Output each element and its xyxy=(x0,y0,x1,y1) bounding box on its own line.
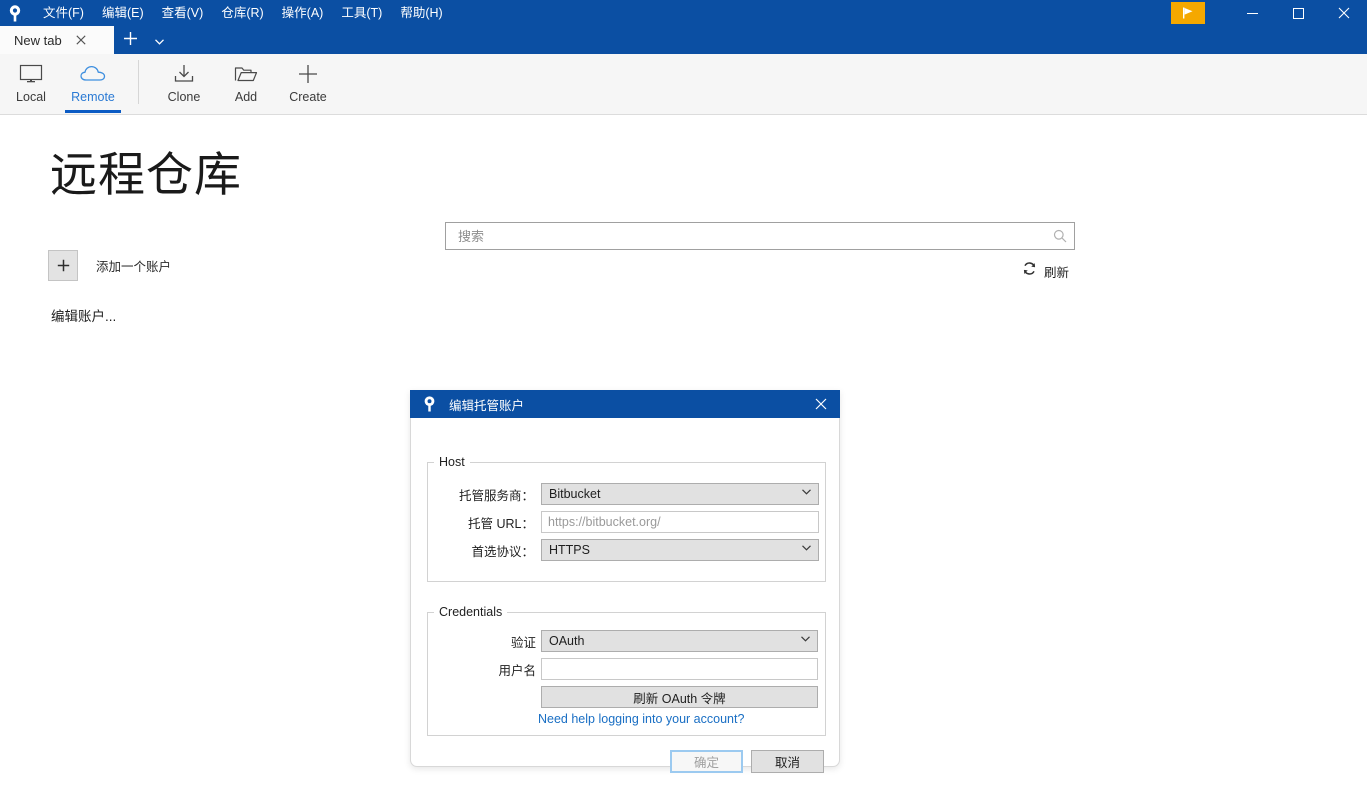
tab-bar: New tab xyxy=(0,26,1367,54)
main-toolbar: Local Remote Clone Add Create xyxy=(0,54,1367,115)
protocol-field-row: 首选协议： HTTPS xyxy=(444,539,826,561)
tab-label: New tab xyxy=(14,32,62,48)
menu-item-tools[interactable]: 工具(T) xyxy=(332,0,391,26)
protocol-value: HTTPS xyxy=(549,543,590,557)
account-help-link[interactable]: Need help logging into your account? xyxy=(538,712,744,726)
menu-item-help[interactable]: 帮助(H) xyxy=(391,0,451,26)
auth-select[interactable]: OAuth xyxy=(541,630,818,652)
host-url-input[interactable] xyxy=(541,511,819,533)
edit-accounts-link[interactable]: 编辑账户... xyxy=(51,305,116,325)
chevron-down-icon xyxy=(802,543,811,554)
chevron-down-icon[interactable] xyxy=(147,37,172,47)
refresh-label: 刷新 xyxy=(1044,265,1070,280)
toolbar-label-remote: Remote xyxy=(71,90,115,104)
monitor-icon xyxy=(19,61,43,87)
menu-item-actions[interactable]: 操作(A) xyxy=(273,0,333,26)
credentials-group-legend: Credentials xyxy=(439,605,503,619)
folder-icon xyxy=(234,61,258,87)
tab-close-icon[interactable] xyxy=(74,33,88,47)
host-group-legend: Host xyxy=(439,455,465,469)
toolbar-button-add[interactable]: Add xyxy=(215,54,277,113)
protocol-label: 首选协议： xyxy=(471,544,534,559)
close-icon[interactable] xyxy=(802,390,840,418)
search-icon[interactable] xyxy=(1046,223,1074,249)
plus-icon[interactable] xyxy=(114,31,147,50)
menu-item-view[interactable]: 查看(V) xyxy=(153,0,213,26)
tab-new-tab[interactable]: New tab xyxy=(0,26,114,54)
dialog-title: 编辑托管账户 xyxy=(449,398,525,413)
plus-icon xyxy=(297,61,319,87)
toolbar-button-remote[interactable]: Remote xyxy=(62,54,124,113)
menu-item-file[interactable]: 文件(F) xyxy=(34,0,93,26)
toolbar-button-clone[interactable]: Clone xyxy=(153,54,215,113)
search-box[interactable] xyxy=(445,222,1075,250)
download-icon xyxy=(173,61,195,87)
auth-value: OAuth xyxy=(549,634,585,648)
minimize-icon[interactable] xyxy=(1229,0,1275,26)
username-label: 用户名 xyxy=(498,663,536,678)
ok-button[interactable]: 确定 xyxy=(670,750,743,773)
sourcetree-logo-icon xyxy=(0,0,30,26)
edit-hosting-account-dialog: 编辑托管账户 Host 托管服务商： Bitbucket 托管 URL： htt… xyxy=(410,390,840,773)
cancel-button[interactable]: 取消 xyxy=(751,750,824,773)
chevron-down-icon xyxy=(801,634,810,645)
cloud-icon xyxy=(80,61,106,87)
provider-select[interactable]: Bitbucket xyxy=(541,483,819,505)
auth-field-row: 验证 OAuth xyxy=(444,630,826,652)
provider-label: 托管服务商： xyxy=(458,488,534,503)
add-account-row[interactable]: 添加一个账户 xyxy=(48,250,171,281)
plus-icon[interactable] xyxy=(48,250,78,281)
menu-bar: 文件(F) 编辑(E) 查看(V) 仓库(R) 操作(A) 工具(T) 帮助(H… xyxy=(34,0,452,26)
dialog-titlebar: 编辑托管账户 xyxy=(410,390,840,418)
protocol-select[interactable]: HTTPS xyxy=(541,539,819,561)
auth-label: 验证 xyxy=(510,635,536,650)
toolbar-button-create[interactable]: Create xyxy=(277,54,339,113)
toolbar-label-clone: Clone xyxy=(167,90,201,104)
toolbar-label-local: Local xyxy=(16,90,46,104)
refresh-oauth-token-button[interactable]: 刷新 OAuth 令牌 xyxy=(541,686,818,708)
dialog-buttons: 确定 取消 xyxy=(670,750,824,773)
flag-icon[interactable] xyxy=(1171,2,1205,24)
host-url-label: 托管 URL： xyxy=(468,516,534,531)
sourcetree-logo-icon xyxy=(414,390,444,418)
host-url-field-row: 托管 URL： xyxy=(444,511,826,533)
refresh-icon xyxy=(1022,261,1037,281)
provider-value: Bitbucket xyxy=(549,487,601,501)
window-titlebar: 文件(F) 编辑(E) 查看(V) 仓库(R) 操作(A) 工具(T) 帮助(H… xyxy=(0,0,1367,26)
add-account-label: 添加一个账户 xyxy=(96,260,172,274)
search-input[interactable] xyxy=(446,224,1046,248)
toolbar-label-create: Create xyxy=(289,90,327,104)
main-content: 远程仓库 添加一个账户 编辑账户... 刷新 xyxy=(0,115,1367,789)
username-field-row: 用户名 xyxy=(444,658,826,680)
refresh-button[interactable]: 刷新 xyxy=(1022,261,1069,281)
page-title: 远程仓库 xyxy=(50,148,242,201)
close-icon[interactable] xyxy=(1321,0,1367,26)
username-input[interactable] xyxy=(541,658,818,680)
provider-field-row: 托管服务商： Bitbucket xyxy=(444,483,826,505)
menu-item-repository[interactable]: 仓库(R) xyxy=(212,0,272,26)
toolbar-label-add: Add xyxy=(234,90,258,104)
toolbar-divider xyxy=(138,60,139,104)
chevron-down-icon xyxy=(802,487,811,498)
dialog-body: Host 托管服务商： Bitbucket 托管 URL： 首选协议： xyxy=(411,418,839,773)
toolbar-button-local[interactable]: Local xyxy=(0,54,62,113)
menu-item-edit[interactable]: 编辑(E) xyxy=(93,0,153,26)
maximize-icon[interactable] xyxy=(1275,0,1321,26)
